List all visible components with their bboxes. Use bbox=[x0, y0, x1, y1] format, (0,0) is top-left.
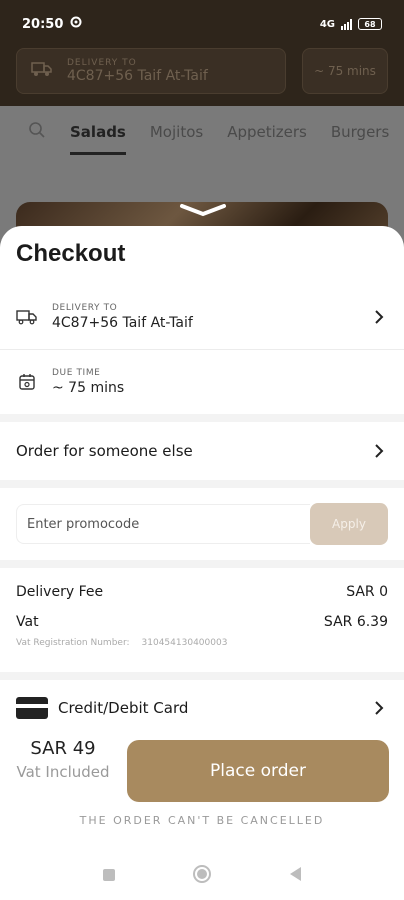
status-time: 20:50 bbox=[22, 16, 64, 32]
network-label: 4G bbox=[319, 18, 335, 30]
bg-time-box: ~ 75 mins bbox=[302, 48, 388, 94]
payment-method-label: Credit/Debit Card bbox=[58, 699, 189, 717]
vat-reg-value: 310454130400003 bbox=[141, 638, 228, 648]
sheet-handle-icon[interactable] bbox=[178, 202, 228, 218]
truck-icon bbox=[16, 306, 38, 328]
total-amount: SAR 49 bbox=[30, 738, 96, 759]
bg-delivery-label: DELIVERY TO bbox=[67, 58, 137, 68]
tab-mojitos: Mojitos bbox=[149, 123, 204, 141]
battery-icon: 68 bbox=[358, 18, 382, 30]
truck-icon bbox=[31, 61, 53, 81]
status-bar: 20:50 4G 68 bbox=[0, 0, 404, 48]
checkout-sheet: Checkout DELIVERY TO 4C87+56 Taif At-Tai… bbox=[0, 226, 404, 900]
fees-card: Delivery Fee SAR 0 Vat SAR 6.39 Vat Regi… bbox=[0, 568, 404, 672]
chevron-right-icon bbox=[375, 701, 384, 715]
credit-card-icon bbox=[16, 697, 48, 719]
page-title: Checkout bbox=[0, 226, 404, 284]
delivery-fee-value: SAR 0 bbox=[346, 584, 388, 600]
apply-button[interactable]: Apply bbox=[310, 503, 388, 545]
promocode-input[interactable] bbox=[16, 504, 310, 544]
bg-delivery-value: 4C87+56 Taif At-Taif bbox=[67, 68, 208, 84]
delivery-fee-line: Delivery Fee SAR 0 bbox=[16, 584, 388, 600]
tab-salads: Salads bbox=[70, 123, 126, 155]
vat-reg-label: Vat Registration Number: bbox=[16, 638, 130, 648]
calendar-icon bbox=[16, 371, 38, 393]
tab-appetizers: Appetizers bbox=[227, 123, 307, 141]
bg-delivery-box: DELIVERY TO 4C87+56 Taif At-Taif bbox=[16, 48, 286, 94]
settings-icon bbox=[69, 15, 83, 33]
category-tabs: Salads Mojitos Appetizers Burgers bbox=[0, 106, 404, 158]
place-order-button[interactable]: Place order bbox=[127, 740, 389, 802]
delivery-address: 4C87+56 Taif At-Taif bbox=[52, 314, 193, 331]
home-icon[interactable] bbox=[192, 864, 212, 888]
due-time-label: DUE TIME bbox=[52, 368, 101, 378]
delivery-fee-label: Delivery Fee bbox=[16, 584, 104, 600]
delivery-label: DELIVERY TO bbox=[52, 302, 118, 313]
promo-card: Apply bbox=[0, 488, 404, 560]
total-subtext: Vat Included bbox=[16, 763, 110, 781]
order-for-someone-label: Order for someone else bbox=[16, 442, 193, 460]
due-time-value: ~ 75 mins bbox=[52, 380, 125, 396]
vat-registration: Vat Registration Number: 310454130400003 bbox=[16, 638, 388, 648]
back-icon[interactable] bbox=[288, 866, 302, 886]
top-bar: DELIVERY TO 4C87+56 Taif At-Taif ~ 75 mi… bbox=[0, 48, 404, 106]
delivery-card: DELIVERY TO 4C87+56 Taif At-Taif DUE TIM… bbox=[0, 284, 404, 414]
recents-icon[interactable] bbox=[102, 867, 116, 886]
vat-value: SAR 6.39 bbox=[323, 614, 388, 630]
order-total: SAR 49 Vat Included bbox=[16, 738, 110, 781]
signal-icon bbox=[341, 18, 352, 30]
vat-label: Vat bbox=[16, 614, 39, 630]
delivery-row[interactable]: DELIVERY TO 4C87+56 Taif At-Taif bbox=[0, 284, 404, 350]
order-for-someone-row[interactable]: Order for someone else bbox=[0, 422, 404, 480]
cancellation-note: THE ORDER CAN'T BE CANCELLED bbox=[79, 814, 325, 827]
system-nav-bar bbox=[0, 852, 404, 900]
chevron-right-icon bbox=[375, 309, 384, 324]
due-time-row: DUE TIME ~ 75 mins bbox=[0, 350, 404, 414]
vat-line: Vat SAR 6.39 bbox=[16, 614, 388, 630]
search-icon bbox=[28, 121, 46, 143]
chevron-right-icon bbox=[375, 444, 384, 458]
tab-burgers: Burgers bbox=[330, 123, 390, 141]
checkout-footer: SAR 49 Vat Included Place order THE ORDE… bbox=[0, 728, 404, 852]
